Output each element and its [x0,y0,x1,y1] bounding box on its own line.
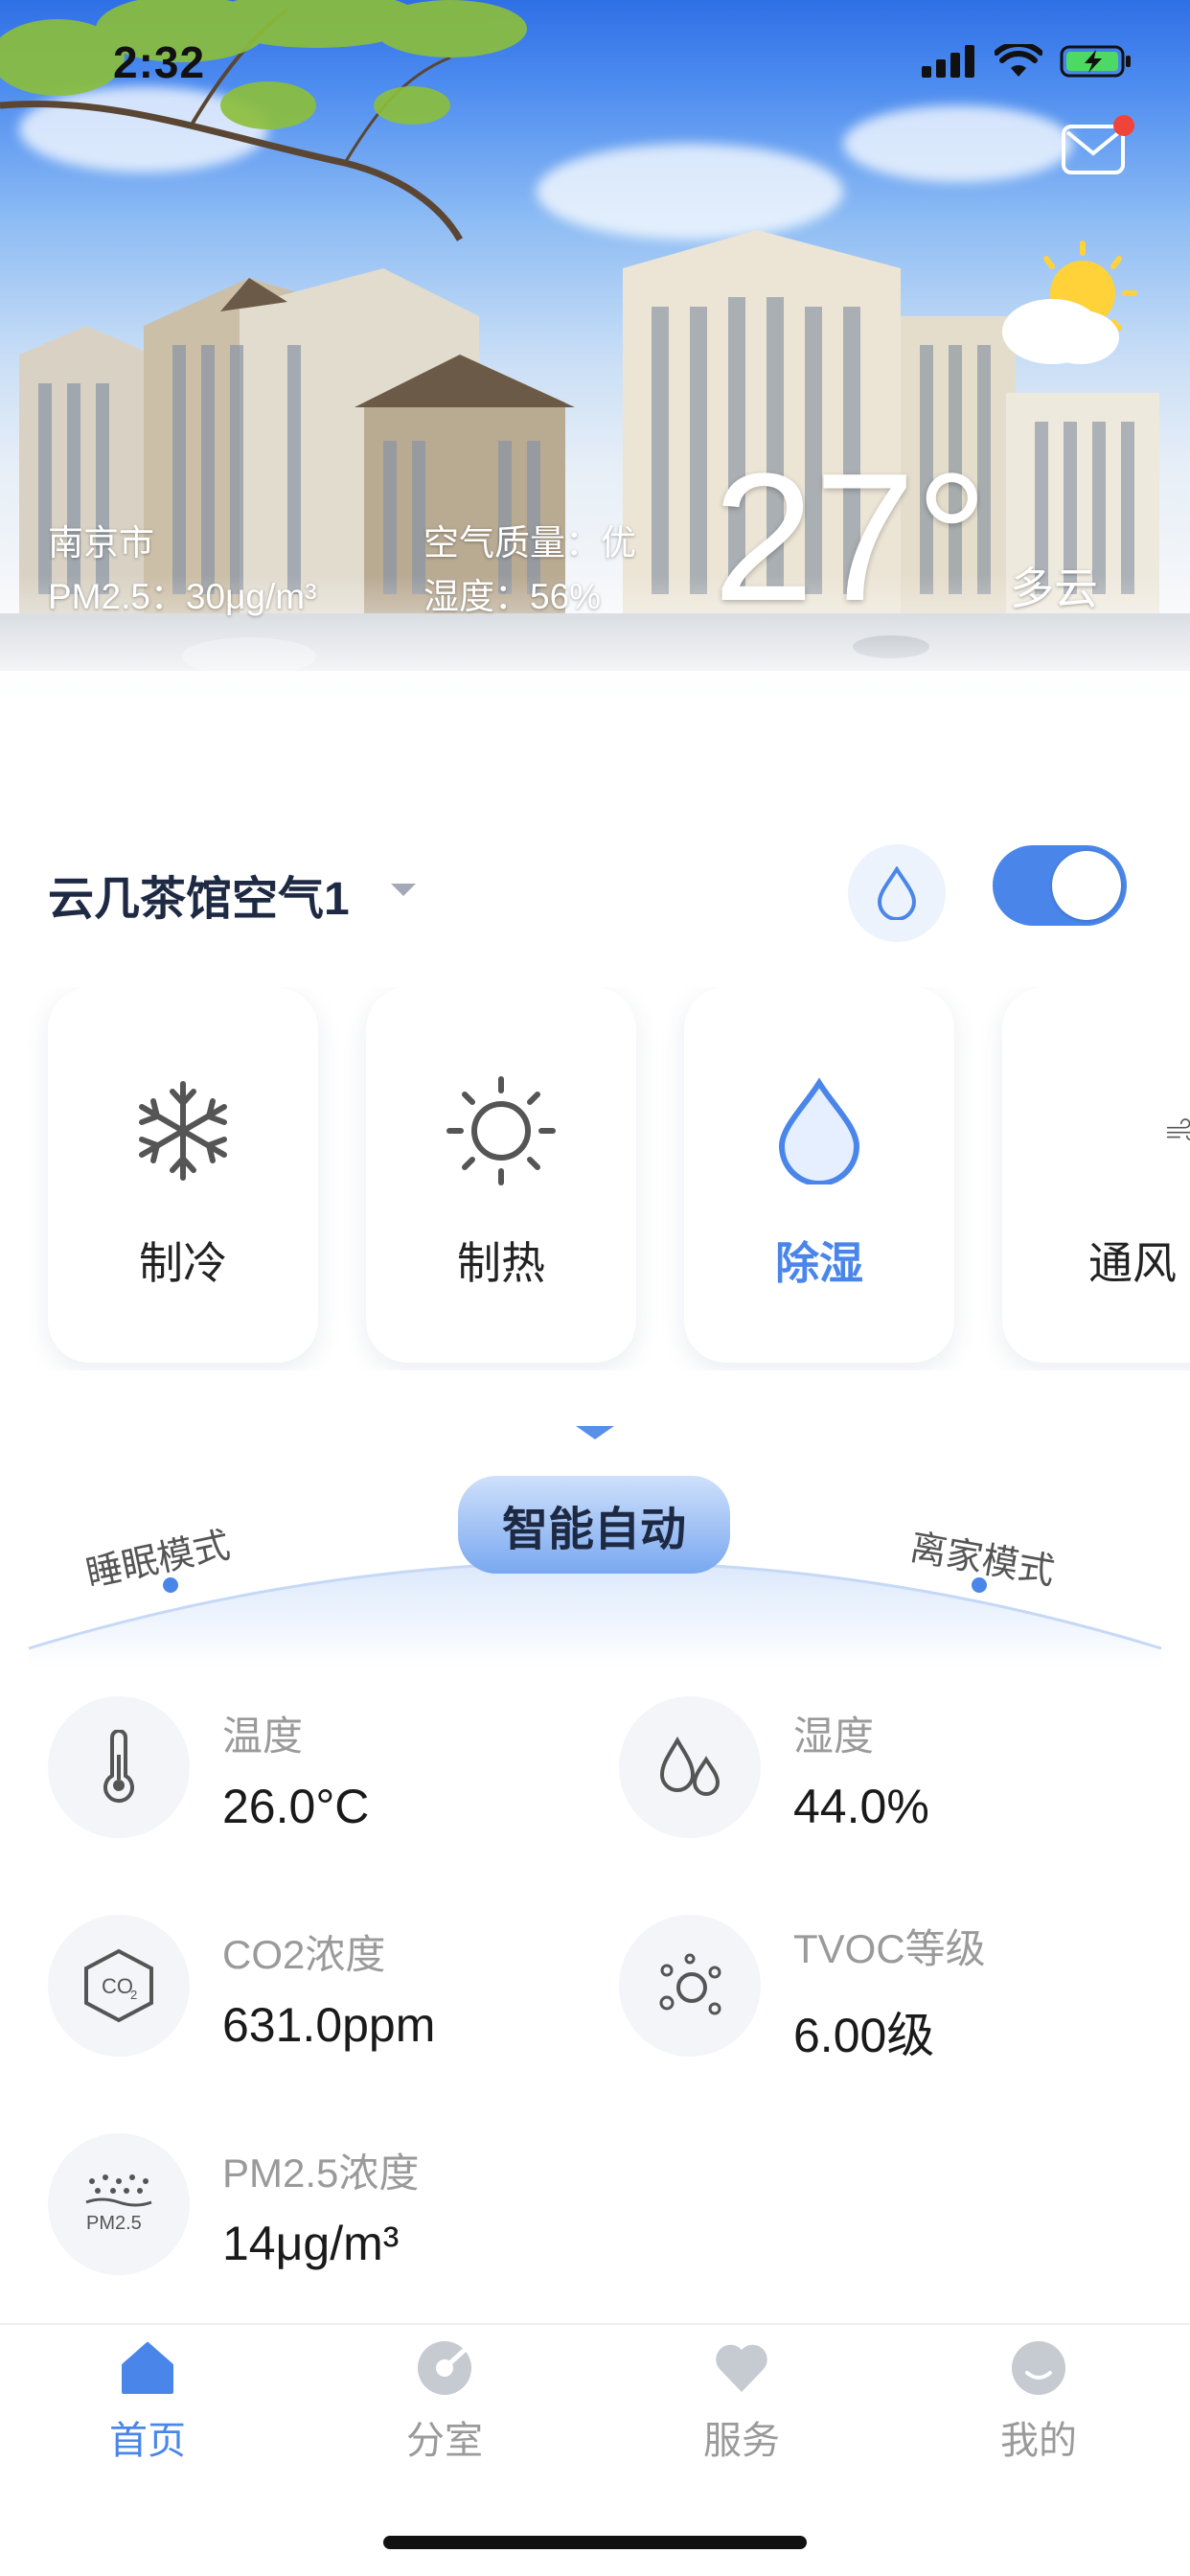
heart-icon [716,2344,767,2392]
tab-profile[interactable]: 我的 [943,2338,1134,2465]
metric-humidity-label: 湿度 [793,1714,875,1759]
humidity-icon [659,1736,721,1796]
tab-label: 我的 [1000,2420,1077,2462]
water-drop-icon [778,1077,860,1184]
weather-condition: 多云 [1010,564,1098,613]
metric-temperature-badge [48,1696,190,1838]
mode-card-cooling[interactable]: 制冷 [48,987,318,1363]
mode-card-dehumidify[interactable]: 除湿 [684,987,954,1363]
battery-charging-icon [1060,45,1131,78]
power-toggle[interactable] [993,845,1127,926]
mode-cards: 制冷 制热 除湿 通风 [0,987,1190,1370]
metric-co2-badge: CO 2 [48,1915,190,2057]
tab-home[interactable]: 首页 [52,2338,243,2465]
notification-dot [1113,115,1134,136]
metric-co2-value: 631.0ppm [222,1998,436,2052]
metric-humidity-badge [619,1696,761,1838]
mode-label: 制热 [457,1238,545,1288]
status-bar: 2:32 [0,0,1190,125]
thermometer-icon [103,1730,134,1804]
mode-card-ventilation[interactable]: 通风 [1002,987,1190,1363]
metric-tvoc-label: TVOC等级 [793,1926,986,1971]
pm25-icon-text: PM2.5 [86,2213,142,2234]
tvoc-icon [659,1953,721,2015]
co2-icon-text: CO [102,1974,133,1998]
toggle-knob [1052,851,1121,920]
metric-pm25-value: 14μg/m³ [222,2217,400,2270]
profile-icon [1012,2341,1065,2395]
home-indicator [383,2536,807,2549]
device-name[interactable]: 云几茶馆空气1 [48,861,350,928]
co2-icon-subscript: 2 [130,1988,137,2002]
metric-temperature-value: 26.0°C [222,1780,370,1833]
room-icon [418,2341,471,2395]
tab-room[interactable]: 分室 [349,2338,540,2465]
status-time: 2:32 [113,37,206,87]
metric-pm25-badge: PM2.5 [48,2133,190,2275]
mode-label: 除湿 [775,1238,863,1288]
water-drop-icon [877,866,917,920]
weather-pm25: PM2.5：30μg/m³ [48,577,317,616]
cellular-signal-icon [922,45,974,78]
pm25-icon: PM2.5 [85,2174,152,2234]
weather-city: 南京市 [48,523,154,563]
metric-tvoc-value: 6.00级 [793,2009,935,2062]
metric-pm25-label: PM2.5浓度 [222,2150,420,2196]
wind-icon [1166,1118,1190,1140]
mode-label: 制冷 [139,1238,227,1288]
wifi-icon [995,44,1042,77]
metric-co2-label: CO2浓度 [222,1932,386,1977]
weather-air-quality: 空气质量：优 [423,523,636,563]
mode-card-heating[interactable]: 制热 [366,987,636,1363]
weather-temperature: 27° [713,436,989,639]
scene-mode-smart-auto[interactable]: 智能自动 [458,1476,730,1574]
status-icons [922,44,1133,79]
tab-label: 分室 [406,2420,483,2462]
mode-label: 通风 [1088,1238,1177,1288]
sun-icon [446,1076,556,1185]
tab-service[interactable]: 服务 [646,2338,837,2465]
tab-label: 首页 [109,2420,186,2462]
humidity-mode-button[interactable] [848,844,946,942]
mode-indicator [576,1426,614,1439]
metric-temperature-label: 温度 [222,1714,304,1759]
device-dropdown-caret[interactable] [391,884,416,896]
partly-cloudy-icon [1002,241,1137,364]
home-icon [122,2342,173,2394]
snowflake-icon [139,1081,227,1181]
tab-label: 服务 [703,2420,780,2462]
metric-humidity-value: 44.0% [793,1780,929,1833]
metric-tvoc-badge [619,1915,761,2057]
co2-icon: CO 2 [84,1948,153,2023]
weather-humidity: 湿度：56% [423,577,602,616]
